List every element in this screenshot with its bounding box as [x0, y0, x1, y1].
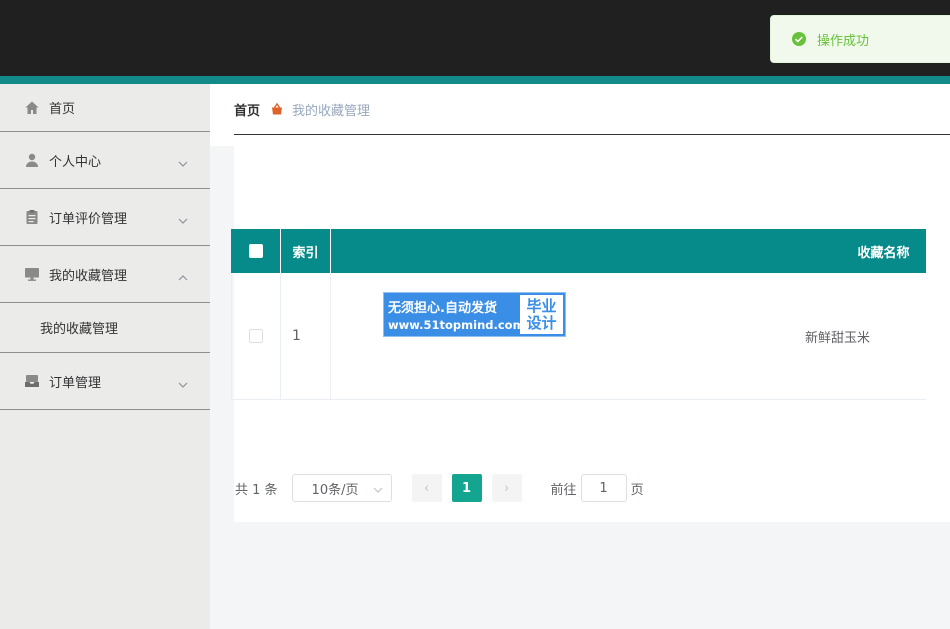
main-area: 首页 我的收藏管理 索引 收藏名称 1 新鲜甜玉米 共 1 条 10条/页 ‹ …: [210, 84, 950, 629]
row-select-cell: [232, 273, 281, 399]
select-all-checkbox[interactable]: [248, 244, 263, 258]
inbox-icon: [24, 373, 40, 389]
chevron-down-icon: [373, 484, 383, 494]
chevron-down-icon: [178, 211, 188, 224]
sidebar-subitem-favorites[interactable]: 我的收藏管理: [0, 303, 210, 353]
sidebar-item-label: 首页: [49, 102, 76, 117]
chevron-up-icon: [178, 268, 188, 281]
row-index: 1: [281, 273, 331, 399]
table-row: 1 新鲜甜玉米: [231, 273, 926, 400]
watermark-stamp-top: 毕业: [526, 296, 557, 315]
table-header: 索引 收藏名称: [231, 229, 926, 273]
page-size-value: 10条/页: [311, 482, 359, 498]
sidebar-item-orders[interactable]: 订单管理: [0, 353, 210, 410]
clipboard-icon: [24, 209, 40, 225]
watermark-stamp-bottom: 设计: [526, 313, 557, 332]
watermark-stamp: 毕业 设计: [520, 295, 563, 334]
sidebar-subitem-label: 我的收藏管理: [40, 322, 119, 337]
select-all-cell: [231, 229, 281, 273]
breadcrumb-separator-icon: [270, 102, 284, 116]
next-page-button[interactable]: ›: [491, 474, 522, 502]
favorites-table: 索引 收藏名称 1 新鲜甜玉米: [231, 229, 926, 400]
header-accent-bar: [0, 76, 950, 84]
sidebar-item-label: 订单评价管理: [49, 211, 128, 227]
prev-page-button[interactable]: ‹: [411, 474, 442, 502]
page-number-current[interactable]: 1: [451, 474, 482, 502]
sidebar-item-label: 我的收藏管理: [49, 268, 128, 284]
row-checkbox[interactable]: [249, 329, 263, 343]
breadcrumb-current: 我的收藏管理: [292, 103, 371, 119]
page-size-select[interactable]: 10条/页: [291, 474, 392, 502]
success-toast: 操作成功: [770, 15, 950, 63]
chevron-down-icon: [178, 154, 188, 167]
goto-suffix: 页: [630, 482, 644, 498]
home-icon: [24, 100, 40, 116]
sidebar-item-label: 订单管理: [49, 375, 102, 391]
sidebar-item-label: 个人中心: [49, 154, 102, 170]
goto-page-input[interactable]: 1: [580, 474, 627, 502]
sidebar-item-review[interactable]: 订单评价管理: [0, 189, 210, 246]
monitor-icon: [24, 266, 40, 282]
breadcrumb-home[interactable]: 首页: [234, 100, 260, 119]
breadcrumb: 首页 我的收藏管理: [234, 84, 950, 135]
sidebar-item-favorites[interactable]: 我的收藏管理: [0, 246, 210, 303]
goto-label: 前往: [550, 482, 577, 498]
chevron-down-icon: [178, 375, 188, 388]
watermark-text: 无须担心.自动发货 www.51topmind.com: [384, 293, 525, 336]
toast-message: 操作成功: [817, 33, 870, 49]
sidebar: 首页 个人中心 订单评价管理 我的收藏管理 我的收藏管理 订单管理: [0, 84, 210, 629]
sidebar-item-profile[interactable]: 个人中心: [0, 132, 210, 189]
column-header-name[interactable]: 收藏名称: [331, 229, 926, 273]
pagination-total: 共 1 条: [235, 482, 278, 498]
column-header-index: 索引: [281, 229, 331, 273]
watermark-line1: 无须担心.自动发货: [388, 301, 497, 316]
success-check-icon: [791, 31, 807, 47]
watermark-line2: www.51topmind.com: [388, 318, 525, 332]
watermark-badge: 无须担心.自动发货 www.51topmind.com 毕业 设计: [383, 292, 566, 337]
breadcrumb-bar: 首页 我的收藏管理: [210, 84, 950, 146]
user-icon: [24, 152, 40, 168]
sidebar-item-home[interactable]: 首页: [0, 84, 210, 132]
pagination: 共 1 条 10条/页 ‹ 1 › 前往 1 页: [235, 474, 644, 502]
